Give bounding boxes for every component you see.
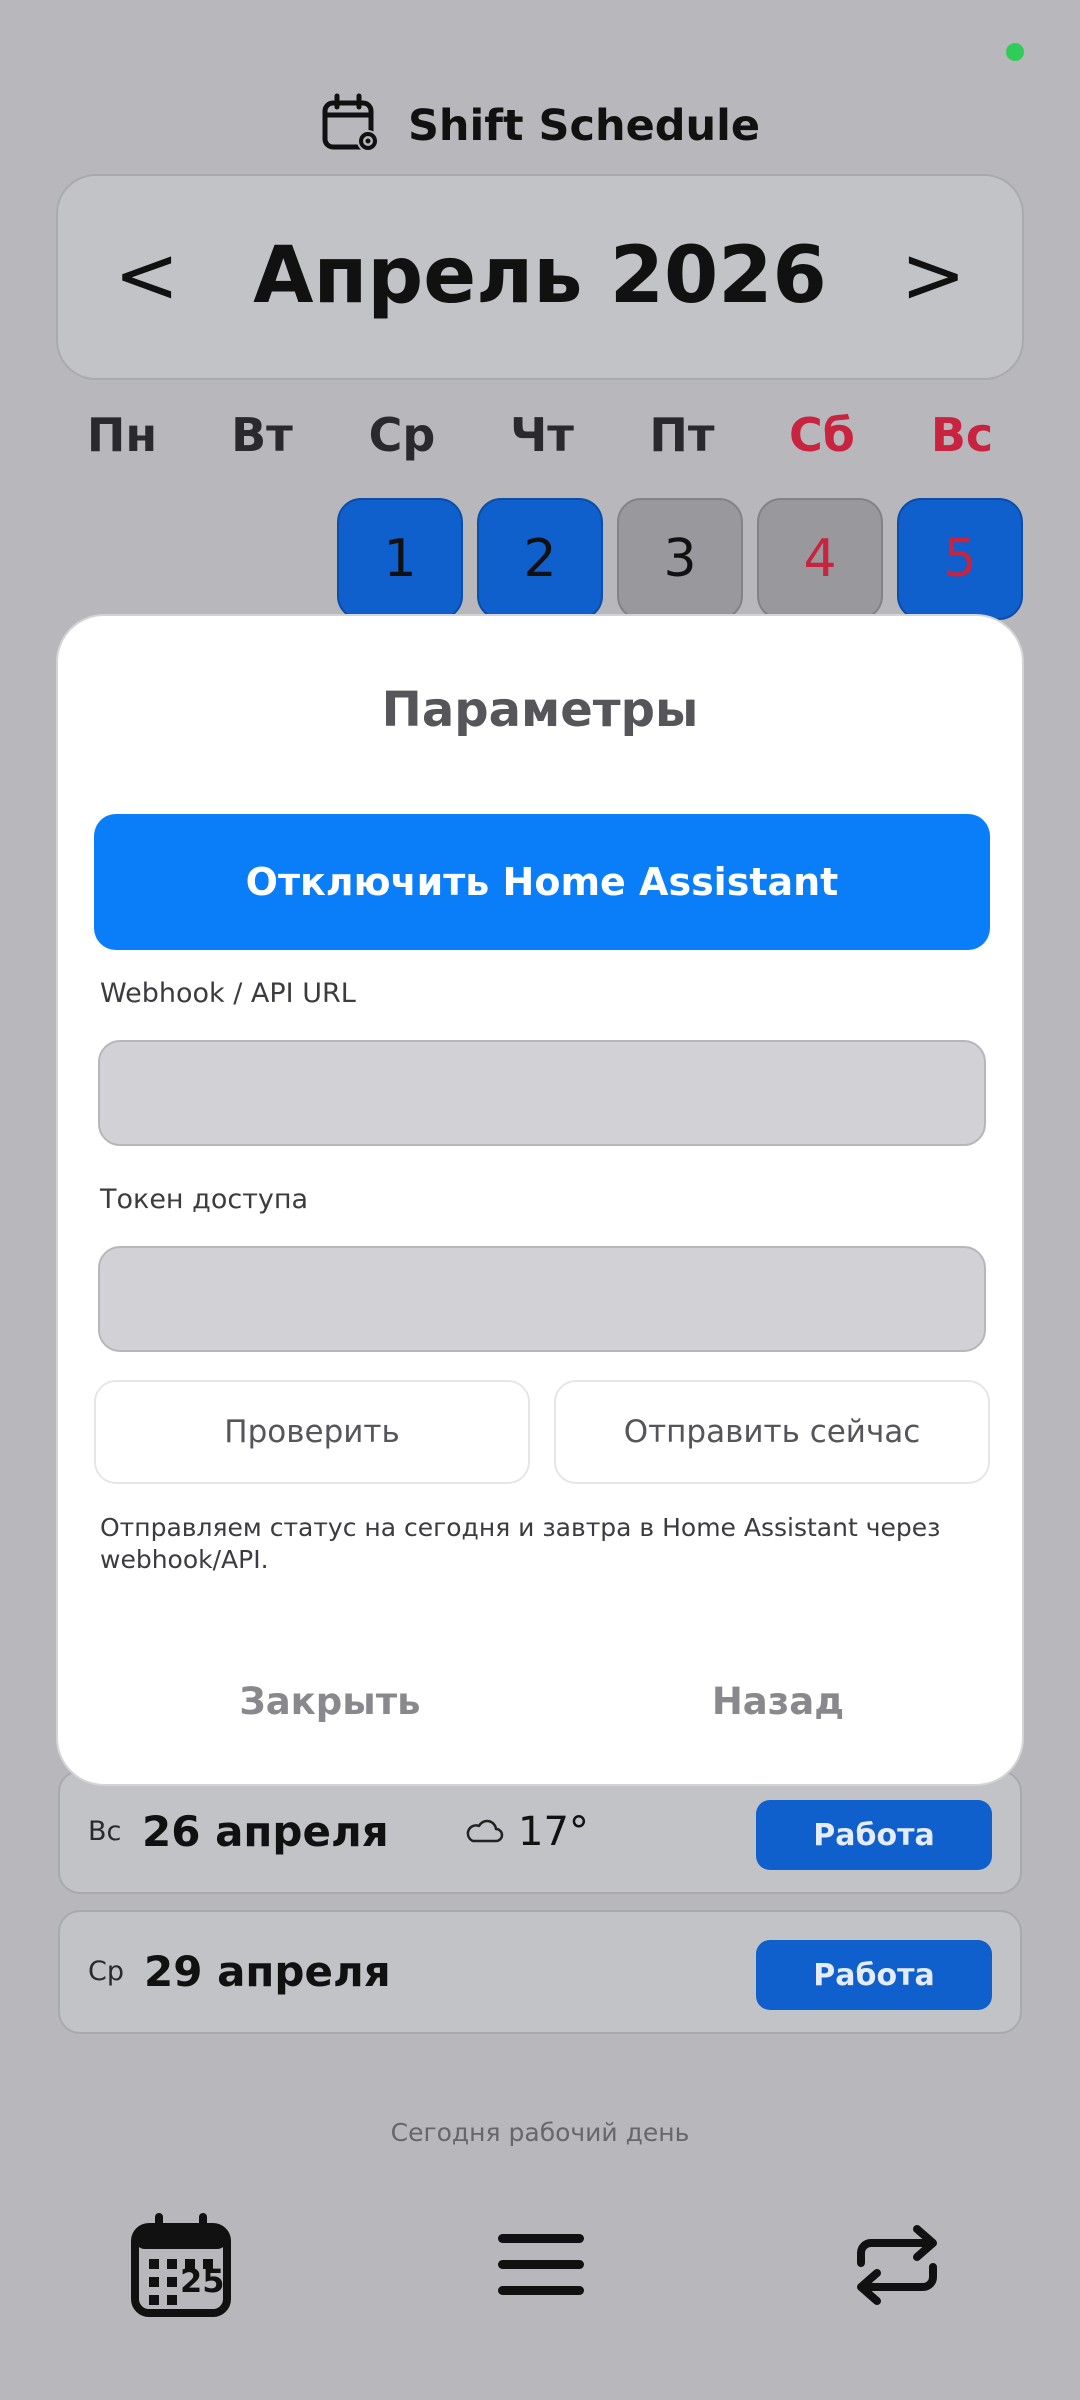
calendar-day[interactable]: 2	[477, 498, 603, 620]
shift-date: 26 апреля	[142, 1807, 389, 1856]
access-token-label: Токен доступа	[100, 1184, 309, 1215]
send-now-button[interactable]: Отправить сейчас	[554, 1380, 990, 1484]
weekday-mon: Пн	[86, 408, 158, 462]
shift-weekday: Вс	[88, 1816, 122, 1847]
menu-button[interactable]	[486, 2212, 596, 2322]
hamburger-menu-icon	[496, 2230, 586, 2304]
calendar-day-number: 25	[180, 2262, 225, 2300]
weekday-tue: Вт	[231, 408, 293, 462]
app-header: Shift Schedule	[0, 88, 1080, 164]
sync-button[interactable]	[842, 2212, 952, 2322]
app-title: Shift Schedule	[407, 101, 761, 151]
weekday-sun: Вс	[930, 408, 994, 462]
shift-date: 29 апреля	[144, 1947, 391, 1996]
dialog-description: Отправляем статус на сегодня и завтра в …	[100, 1513, 941, 1574]
refresh-icon	[847, 2223, 947, 2311]
connection-status-dot	[1006, 43, 1024, 61]
settings-dialog: Параметры Отключить Home Assistant Webho…	[56, 614, 1024, 1786]
shift-weekday: Ср	[88, 1956, 124, 1987]
close-button[interactable]: Закрыть	[180, 1680, 480, 1723]
calendar-gear-icon	[320, 93, 382, 159]
access-token-input[interactable]	[98, 1246, 986, 1352]
month-title: Апрель 2026	[253, 231, 827, 321]
calendar-day[interactable]: 4	[757, 498, 883, 620]
weekday-thu: Чт	[510, 408, 574, 462]
calendar-day[interactable]: 5	[897, 498, 1023, 620]
shift-status-badge: Работа	[756, 1940, 992, 2010]
weather-info: 17°	[464, 1772, 589, 1892]
disable-home-assistant-button[interactable]: Отключить Home Assistant	[94, 814, 990, 950]
webhook-url-input[interactable]	[98, 1040, 986, 1146]
today-status-text: Сегодня рабочий день	[390, 2118, 690, 2147]
calendar-nav-button[interactable]: 25	[126, 2212, 236, 2322]
dialog-title: Параметры	[381, 682, 699, 738]
calendar-day[interactable]: 1	[337, 498, 463, 620]
weekday-sat: Сб	[789, 408, 855, 462]
weekday-fri: Пт	[649, 408, 715, 462]
shift-list-item[interactable]: Вс 26 апреля 17° Работа	[58, 1770, 1022, 1894]
month-selector: < Апрель 2026 >	[56, 174, 1024, 380]
shift-status-badge: Работа	[756, 1800, 992, 1870]
calendar-day[interactable]: 3	[617, 498, 743, 620]
shift-list-item[interactable]: Ср 29 апреля Работа	[58, 1910, 1022, 2034]
back-button[interactable]: Назад	[628, 1680, 928, 1723]
cloud-icon	[464, 1772, 504, 1892]
webhook-url-label: Webhook / API URL	[100, 978, 356, 1009]
next-month-button[interactable]: >	[901, 226, 966, 326]
temperature: 17°	[518, 1809, 589, 1855]
check-button[interactable]: Проверить	[94, 1380, 530, 1484]
weekday-wed: Ср	[368, 408, 436, 462]
